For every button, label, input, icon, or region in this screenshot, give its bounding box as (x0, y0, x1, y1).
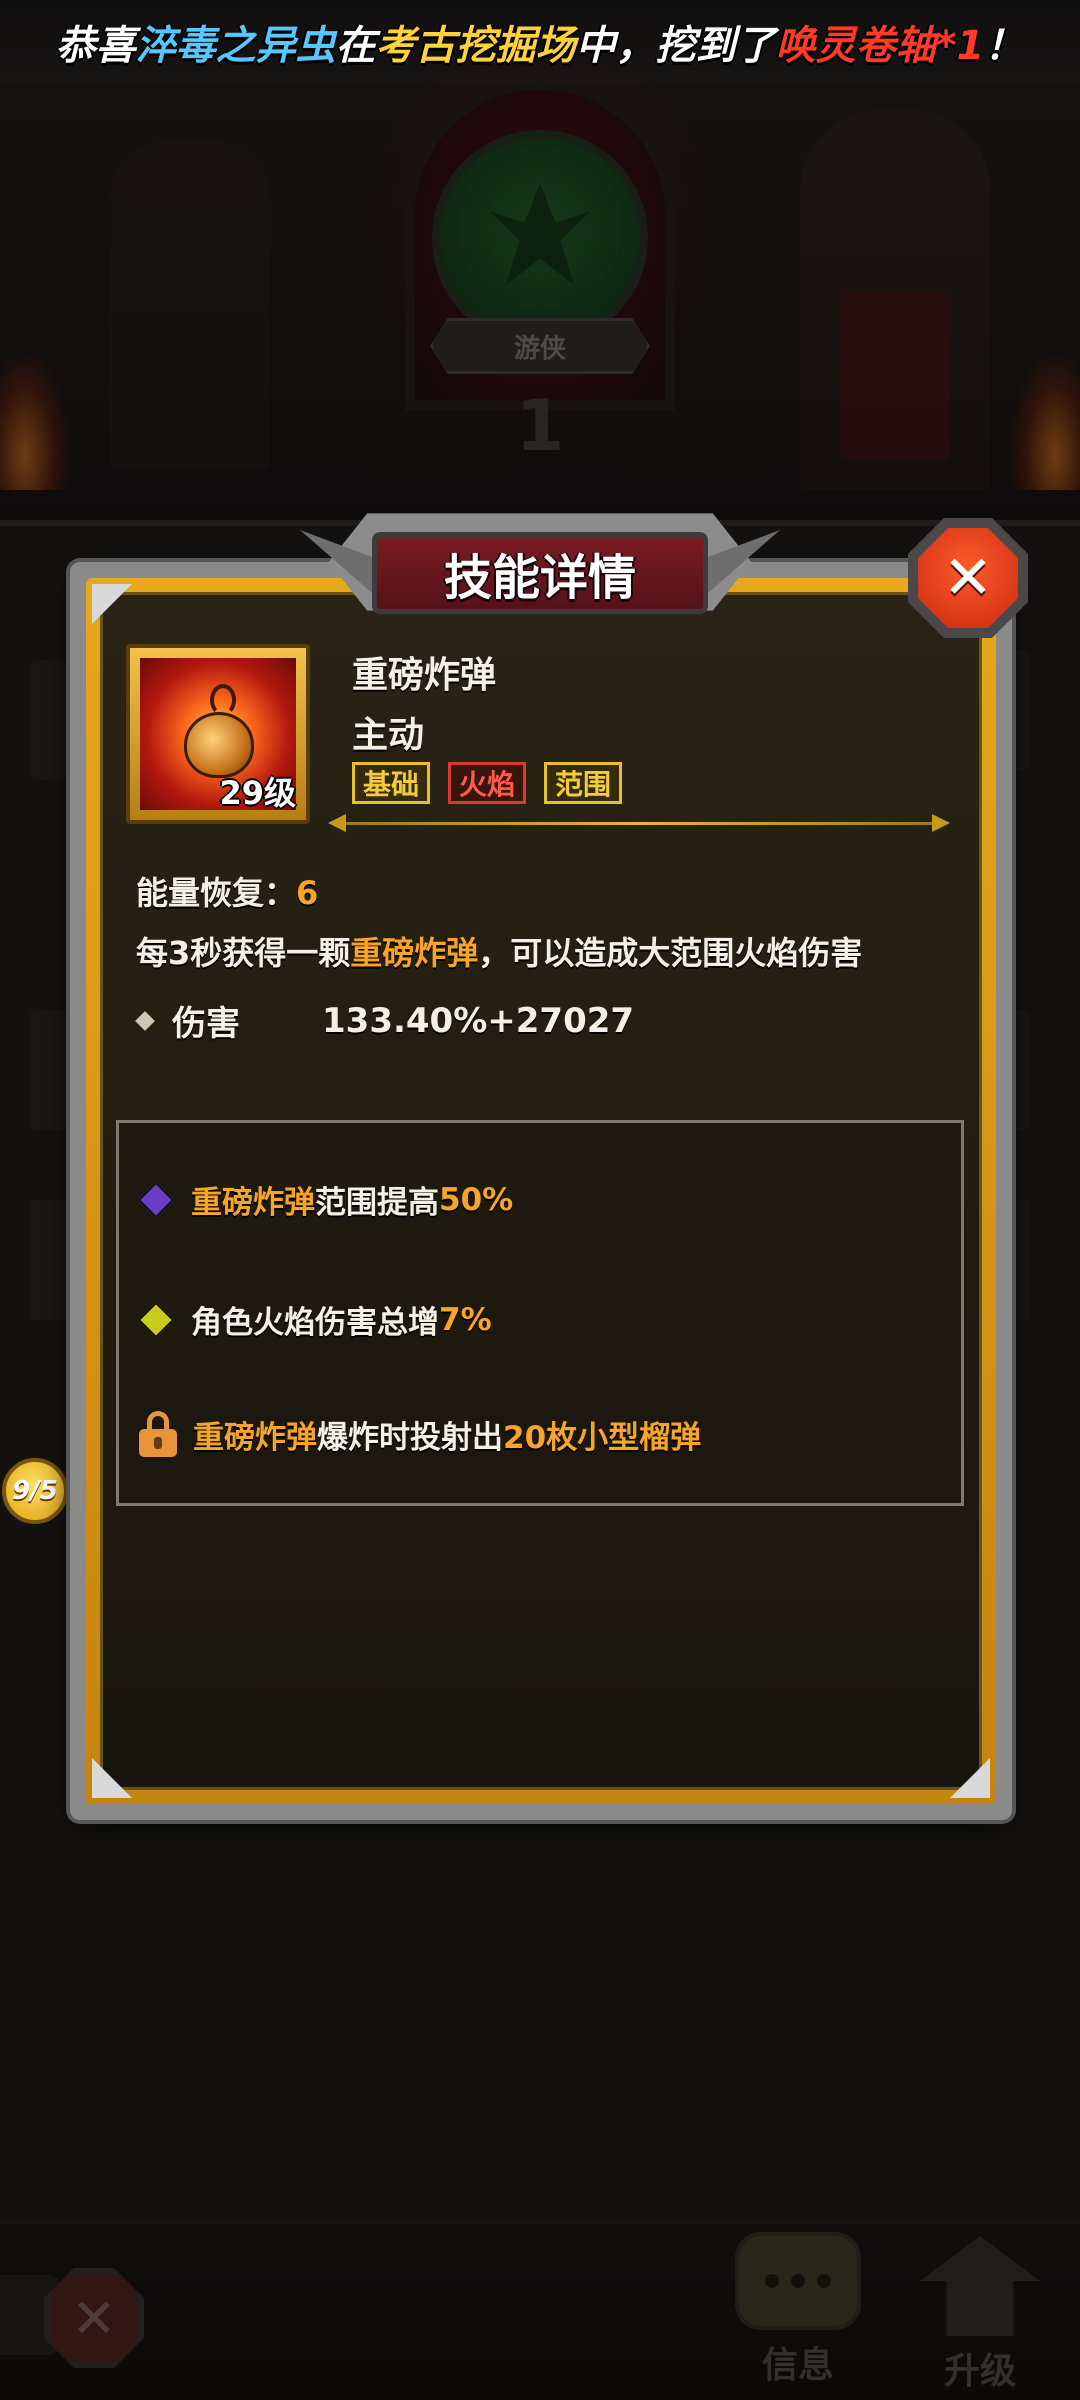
announcement-text: 中，挖到了 (575, 23, 776, 69)
tag-area: 范围 (544, 762, 623, 804)
damage-label: 伤害 (172, 1004, 240, 1044)
dialog-close-button[interactable]: ✕ (908, 518, 1028, 638)
announcement-location: 考古挖掘场 (375, 23, 576, 69)
announcement-player: 淬毒之异虫 (135, 23, 336, 69)
upgrade-effect: 重磅炸弹 范围提高 50% (137, 1177, 514, 1222)
announcement-text: 在 (335, 23, 376, 69)
effect-highlight: 重磅炸弹 (191, 1185, 315, 1221)
description-text: 每3秒获得一颗 (136, 934, 351, 972)
effect-value: 50% (439, 1181, 514, 1218)
announcement-prefix: 恭喜 (55, 23, 136, 69)
effect-text: 范围提高 (315, 1185, 439, 1221)
progress-badge[interactable]: 9/5 (2, 1458, 68, 1524)
energy-value: 6 (296, 874, 319, 912)
tag-basic: 基础 (352, 762, 431, 804)
energy-recovery: 能量恢复：6 (136, 868, 318, 914)
announcement-item: 唤灵卷轴*1 (775, 23, 985, 69)
upgrade-effects-box: 重磅炸弹 范围提高 50% 角色火焰伤害总增 7% 重磅炸弹 爆炸时投射出 20枚小型榴弹 (116, 1120, 964, 1506)
effect-highlight: 重磅炸弹 (193, 1419, 317, 1456)
skill-name: 重磅炸弹 (352, 655, 497, 696)
effect-value: 20枚小型榴弹 (503, 1419, 702, 1456)
upgrade-effect-locked: 重磅炸弹 爆炸时投射出 20枚小型榴弹 (139, 1411, 701, 1457)
bullet-icon (135, 1010, 155, 1031)
effect-text: 爆炸时投射出 (317, 1419, 503, 1456)
damage-row: 伤害 133.40%+27027 (135, 996, 635, 1045)
announcement-banner: 恭喜 淬毒之异虫在考古挖掘场 中，挖到了 唤灵卷轴*1！ (0, 0, 1080, 84)
skill-description: 每3秒获得一颗重磅炸弹，可以造成大范围火焰伤害 (136, 928, 862, 974)
effect-value: 7% (439, 1301, 492, 1338)
energy-label: 能量恢复： (136, 874, 297, 912)
skill-level: 29级 (219, 774, 296, 812)
announcement-suffix: ！ (984, 23, 1025, 69)
tag-fire: 火焰 (448, 762, 527, 804)
dialog-title: 技能详情 (372, 532, 708, 614)
effect-text: 角色火焰伤害总增 (191, 1305, 439, 1341)
yellow-diamond-icon (137, 1301, 175, 1338)
description-text: ，可以造成大范围火焰伤害 (478, 934, 863, 972)
description-highlight: 重磅炸弹 (350, 934, 479, 972)
upgrade-effect: 角色火焰伤害总增 7% (137, 1297, 492, 1342)
game-screen: 游侠 1 ✕ 信息 升级 9/5 恭喜 淬毒之异虫在考古挖掘场 中，挖到了 唤灵卷轴*… (0, 0, 1080, 2400)
damage-value: 133.40%+27027 (322, 1000, 635, 1041)
header-divider (328, 814, 950, 832)
skill-tags: 基础 火焰 范围 (352, 762, 623, 804)
purple-diamond-icon (137, 1181, 175, 1218)
skill-icon-frame: 29级 (126, 644, 310, 824)
skill-type: 主动 (352, 715, 425, 756)
close-icon: ✕ (918, 528, 1018, 628)
lock-icon (139, 1411, 177, 1457)
